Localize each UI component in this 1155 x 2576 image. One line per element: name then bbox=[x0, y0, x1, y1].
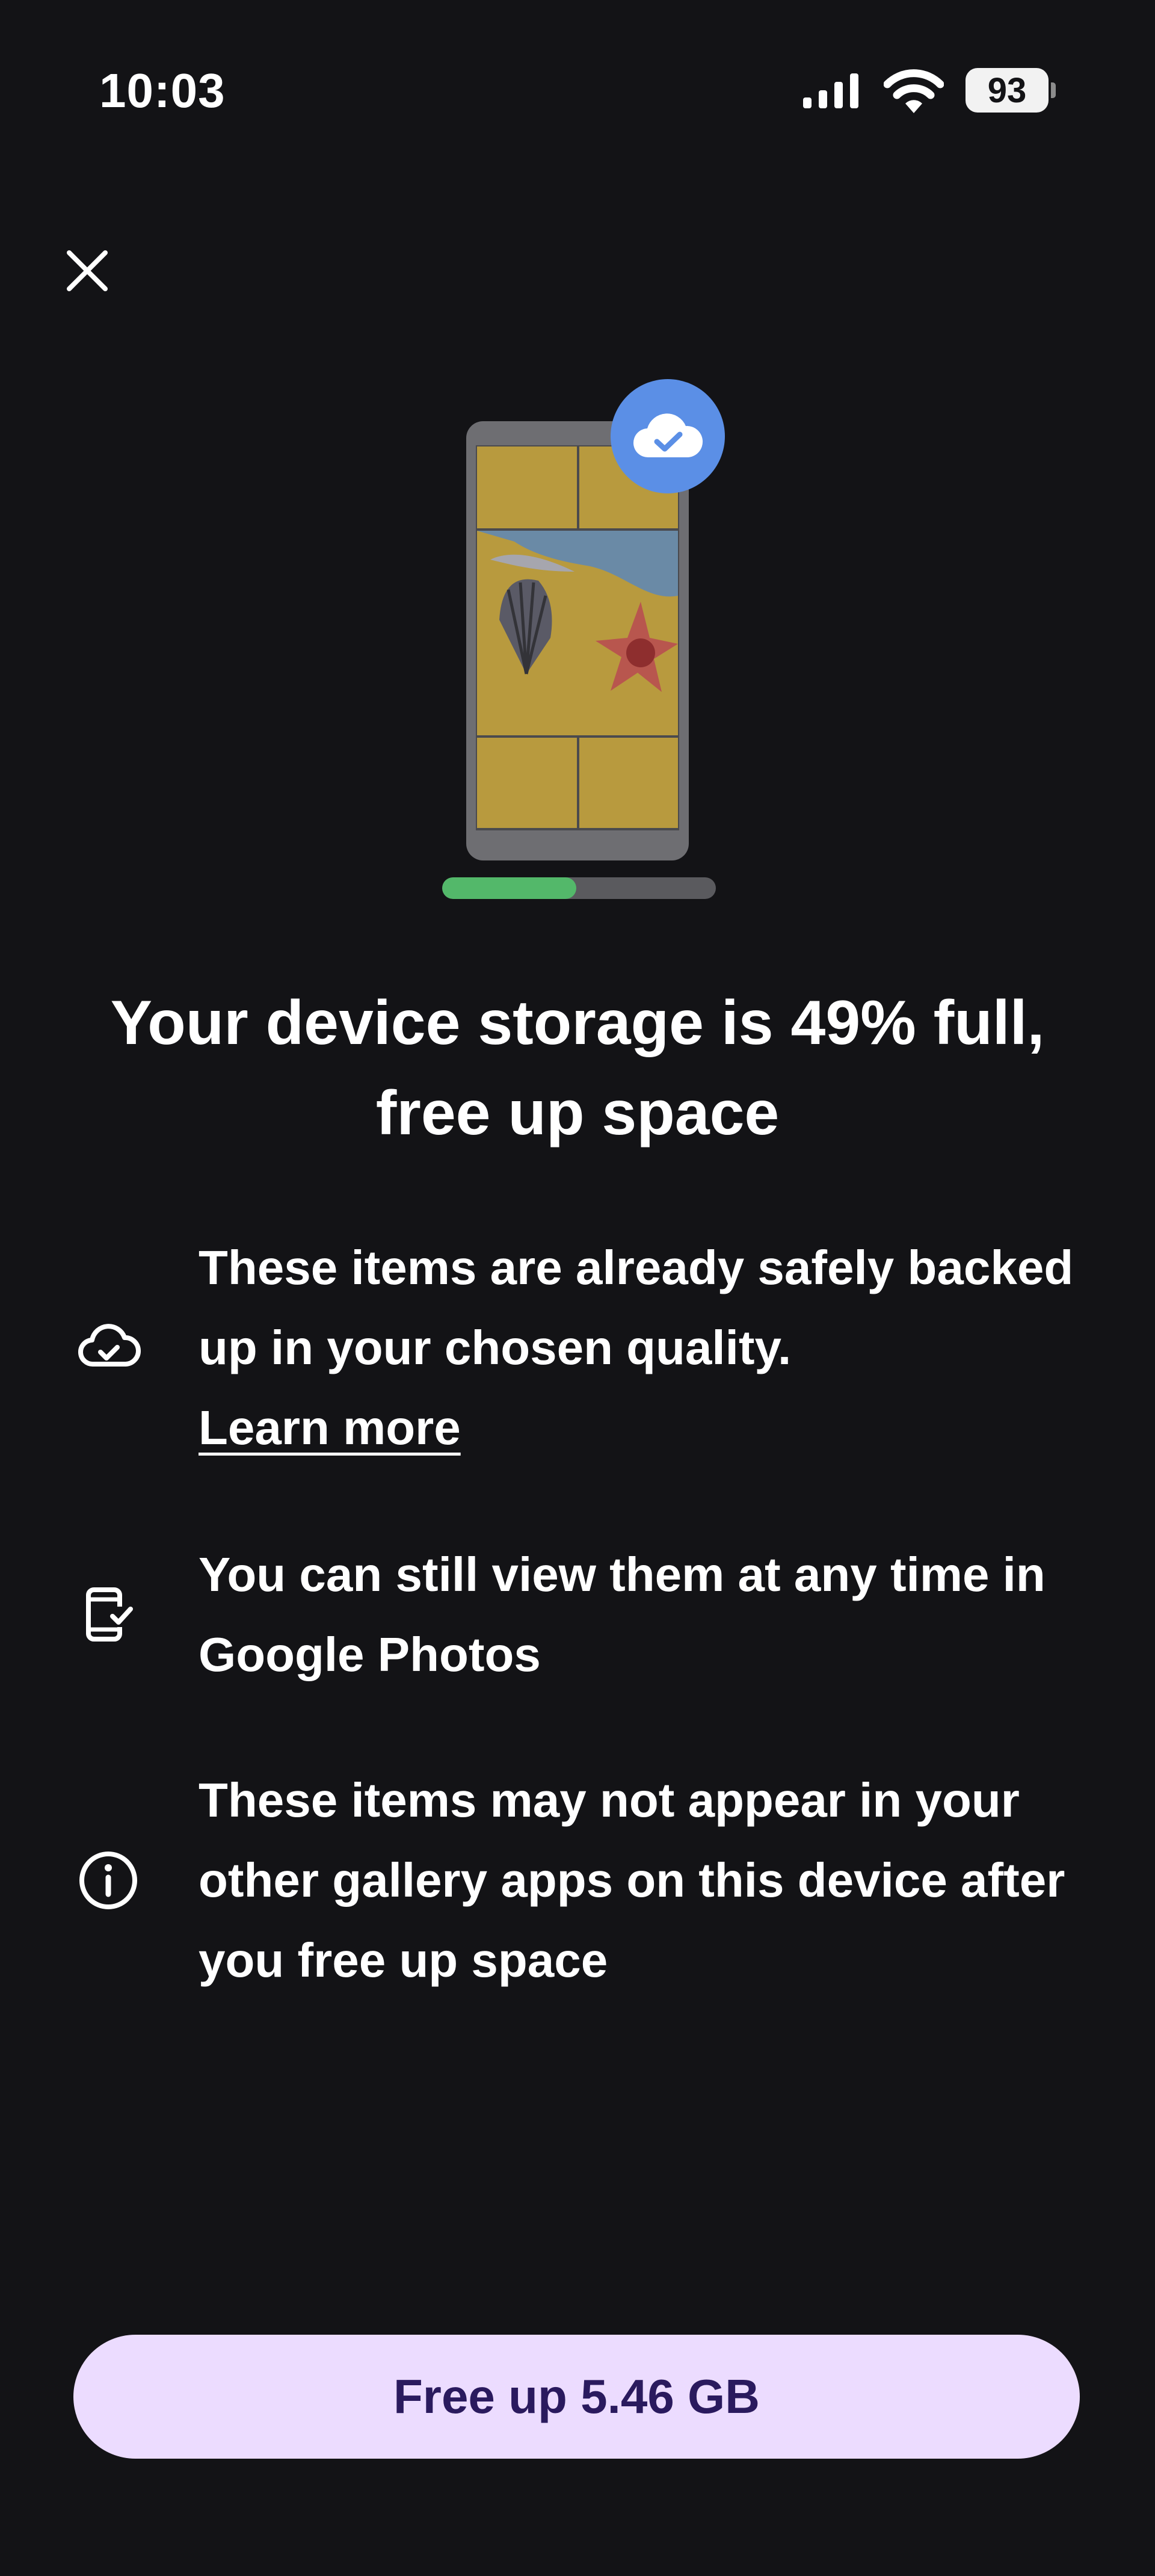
storage-illustration bbox=[421, 361, 746, 915]
info-text-gallery-warning: These items may not appear in your other… bbox=[199, 1773, 1065, 1987]
cloud-check-badge bbox=[611, 379, 725, 493]
storage-progress-bar bbox=[442, 877, 716, 899]
phone-check-icon bbox=[75, 1581, 147, 1648]
wifi-icon bbox=[884, 69, 944, 113]
battery-level: 93 bbox=[966, 68, 1049, 113]
cloud-check-outline-icon bbox=[75, 1315, 147, 1381]
info-row-view-anytime: You can still view them at any time in G… bbox=[75, 1534, 1098, 1694]
battery-icon: 93 bbox=[966, 68, 1056, 113]
info-icon bbox=[75, 1847, 147, 1913]
info-row-gallery-warning: These items may not appear in your other… bbox=[75, 1760, 1098, 2000]
backed-up-text: These items are already safely backed up… bbox=[199, 1241, 1074, 1374]
battery-tip bbox=[1051, 82, 1056, 98]
status-icons: 93 bbox=[802, 63, 1056, 117]
free-up-button[interactable]: Free up 5.46 GB bbox=[73, 2335, 1080, 2459]
info-text-backed-up: These items are already safely backed up… bbox=[199, 1228, 1098, 1468]
close-button[interactable] bbox=[57, 241, 117, 301]
cloud-check-icon bbox=[633, 413, 703, 458]
status-bar: 10:03 93 bbox=[0, 0, 1155, 187]
learn-more-link[interactable]: Learn more bbox=[199, 1401, 461, 1454]
info-row-backed-up: These items are already safely backed up… bbox=[75, 1228, 1098, 1468]
info-text-view-anytime: You can still view them at any time in G… bbox=[199, 1548, 1046, 1681]
status-time: 10:03 bbox=[99, 64, 226, 117]
signal-icon bbox=[803, 73, 858, 108]
page-title: Your device storage is 49% full, free up… bbox=[110, 988, 1045, 1148]
close-icon bbox=[67, 250, 108, 291]
storage-progress-fill bbox=[442, 877, 576, 899]
